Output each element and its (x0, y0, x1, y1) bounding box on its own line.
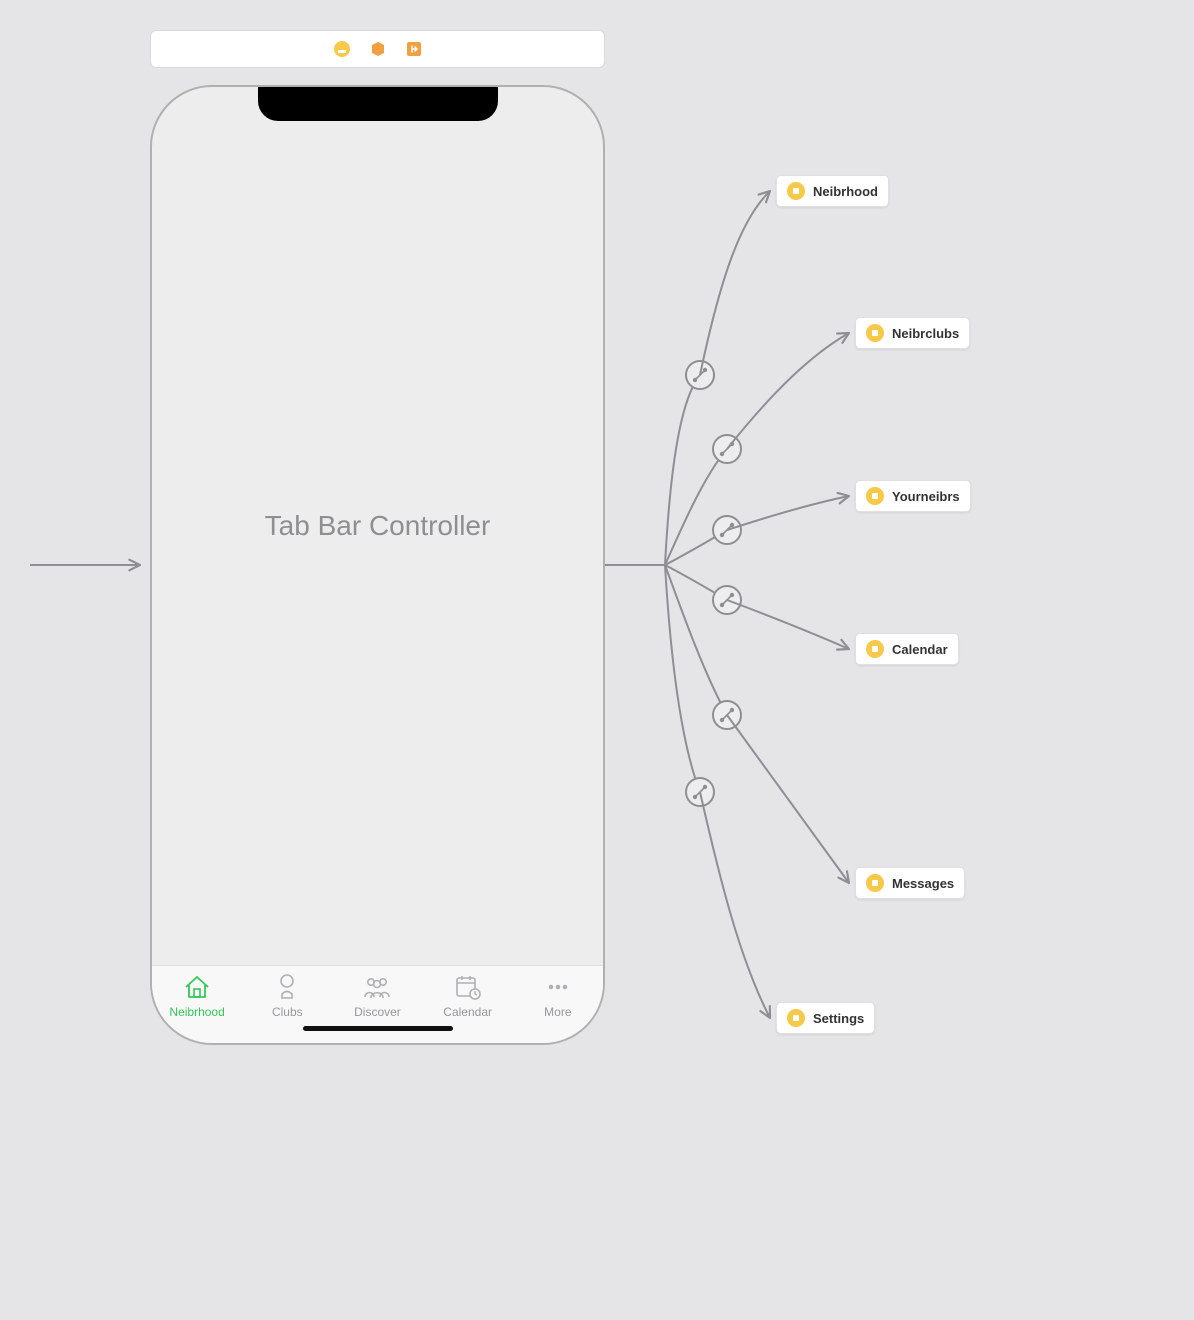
storyboard-canvas: Tab Bar Controller Neibrhood Clubs (0, 0, 1194, 1320)
screen-title: Tab Bar Controller (265, 510, 491, 542)
first-responder-icon[interactable] (369, 40, 387, 58)
tab-label: Calendar (443, 1005, 492, 1019)
tab-label: Neibrhood (169, 1005, 224, 1019)
tab-clubs[interactable]: Clubs (247, 972, 327, 1019)
exit-icon[interactable] (405, 40, 423, 58)
destination-calendar[interactable]: Calendar (855, 633, 959, 665)
destination-neibrclubs[interactable]: Neibrclubs (855, 317, 970, 349)
viewcontroller-icon (787, 182, 805, 200)
viewcontroller-icon (866, 640, 884, 658)
destination-settings[interactable]: Settings (776, 1002, 875, 1034)
tab-label: More (544, 1005, 571, 1019)
destination-label: Messages (892, 876, 954, 891)
house-icon (182, 972, 212, 1002)
home-indicator (303, 1026, 453, 1031)
destination-label: Calendar (892, 642, 948, 657)
tabbar-controller-scene[interactable]: Tab Bar Controller Neibrhood Clubs (150, 85, 605, 1045)
screen-content: Tab Bar Controller Neibrhood Clubs (152, 87, 603, 1043)
tabbar-controller-icon[interactable] (333, 40, 351, 58)
destination-yourneibrs[interactable]: Yourneibrs (855, 480, 971, 512)
viewcontroller-icon (787, 1009, 805, 1027)
calendar-icon (453, 972, 483, 1002)
destination-label: Neibrclubs (892, 326, 959, 341)
tab-label: Discover (354, 1005, 401, 1019)
tab-bar: Neibrhood Clubs Discover (152, 965, 603, 1043)
more-icon (543, 972, 573, 1002)
tab-more[interactable]: More (518, 972, 598, 1019)
viewcontroller-icon (866, 874, 884, 892)
tab-label: Clubs (272, 1005, 303, 1019)
clubs-icon (272, 972, 302, 1002)
destination-label: Neibrhood (813, 184, 878, 199)
viewcontroller-icon (866, 487, 884, 505)
people-icon (362, 972, 392, 1002)
screen-body: Tab Bar Controller (152, 87, 603, 965)
destination-messages[interactable]: Messages (855, 867, 965, 899)
destination-label: Yourneibrs (892, 489, 960, 504)
tab-calendar[interactable]: Calendar (428, 972, 508, 1019)
tab-neibrhood[interactable]: Neibrhood (157, 972, 237, 1019)
destination-neibrhood[interactable]: Neibrhood (776, 175, 889, 207)
tab-discover[interactable]: Discover (337, 972, 417, 1019)
scene-toolbar[interactable] (150, 30, 605, 68)
destination-label: Settings (813, 1011, 864, 1026)
viewcontroller-icon (866, 324, 884, 342)
